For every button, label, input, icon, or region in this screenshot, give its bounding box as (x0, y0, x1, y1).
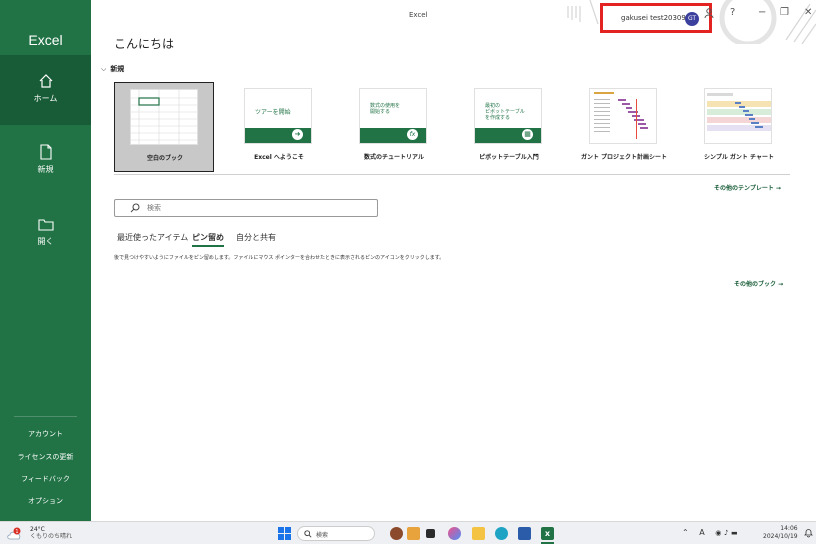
weather-condition: くもりのち晴れ (30, 533, 73, 540)
search-icon (130, 203, 140, 213)
thumbnail-text: ツアーを開始 (255, 109, 291, 116)
widget-app-icon[interactable] (407, 527, 420, 540)
weather-temperature: 24°C (30, 526, 45, 533)
weather-widget[interactable]: 24°C くもりのち晴れ (30, 526, 72, 540)
sidebar-item-new[interactable]: 新規 (0, 140, 91, 185)
store-app-icon[interactable] (518, 527, 531, 540)
template-simple-gantt[interactable]: シンプル ガント チャート (689, 82, 789, 172)
taskbar: 1 24°C くもりのち晴れ 検索 x ⌃ A ◉ ♪ ▬ 14:06 2024… (0, 521, 816, 544)
gantt-chart-thumbnail (704, 88, 772, 144)
pivot-thumbnail: 最初の ピボットテーブル を作成する ▦ (474, 88, 542, 144)
template-label: 数式のチュートリアル (364, 154, 424, 161)
edge-browser-icon[interactable] (495, 527, 508, 540)
system-tray: ⌃ A ◉ ♪ ▬ (682, 528, 738, 537)
blank-workbook-thumbnail (130, 89, 198, 145)
help-icon[interactable]: ? (730, 7, 735, 18)
clock-time: 14:06 (780, 525, 798, 532)
template-label: 空白のブック (146, 155, 183, 162)
formula-thumbnail: 数式の使用を 開始する fx (359, 88, 427, 144)
section-label: 新規 (110, 65, 125, 73)
chevron-up-icon[interactable]: ⌃ (682, 528, 689, 537)
pivot-table-icon: ▦ (522, 129, 533, 140)
app-name: Excel (28, 32, 63, 48)
sidebar-item-label: 新規 (37, 165, 54, 174)
sidebar-item-account[interactable]: アカウント (0, 429, 91, 439)
fx-icon: fx (407, 129, 418, 140)
template-label: Excel へようこそ (254, 154, 304, 161)
task-view-icon[interactable] (426, 529, 435, 538)
account-username: gakusei test20309 (621, 14, 686, 22)
account-highlight-box[interactable]: gakusei test20309 GT (600, 3, 712, 33)
tab-recent[interactable]: 最近使ったアイテム (117, 232, 188, 243)
template-gantt-project[interactable]: ガント プロジェクト計画シート (574, 82, 674, 172)
chevron-down-icon: ⌵ (101, 65, 107, 73)
sidebar-item-options[interactable]: オプション (0, 496, 91, 506)
avatar[interactable]: GT (685, 12, 699, 26)
arrow-right-icon: ➜ (292, 129, 303, 140)
thumbnail-text: 最初の ピボットテーブル を作成する (485, 103, 525, 121)
new-section-header[interactable]: ⌵ 新規 (101, 64, 124, 74)
wifi-icon[interactable]: ◉ (715, 529, 721, 537)
tab-shared[interactable]: 自分と共有 (236, 232, 276, 243)
new-file-icon (39, 144, 52, 160)
template-label: ピボットテーブル入門 (479, 154, 539, 161)
file-explorer-icon[interactable] (472, 527, 485, 540)
template-formula-tutorial[interactable]: 数式の使用を 開始する fx 数式のチュートリアル (344, 82, 444, 172)
sidebar-item-home[interactable]: ホーム (0, 55, 91, 125)
sidebar-item-feedback[interactable]: フィードバック (0, 474, 91, 484)
sidebar: Excel ホーム 新規 開く アカウント ライセンスの更新 フィードバック オ… (0, 0, 91, 521)
thumbnail-text: 数式の使用を 開始する (370, 103, 401, 115)
search-input[interactable] (147, 202, 367, 214)
taskbar-search[interactable]: 検索 (297, 526, 375, 541)
welcome-thumbnail: ツアーを開始 ➜ (244, 88, 312, 144)
excel-app-icon[interactable]: x (541, 527, 554, 540)
more-templates-link[interactable]: その他のテンプレート → (714, 183, 781, 192)
template-welcome[interactable]: ツアーを開始 ➜ Excel へようこそ (229, 82, 329, 172)
notification-bell-icon[interactable] (804, 528, 813, 538)
windows-start-icon[interactable] (278, 527, 291, 540)
tab-pinned[interactable]: ピン留め (192, 232, 224, 247)
sidebar-item-license[interactable]: ライセンスの更新 (0, 452, 91, 462)
gantt-thumbnail (589, 88, 657, 144)
notification-badge: 1 (15, 529, 18, 535)
volume-icon[interactable]: ♪ (724, 529, 728, 537)
taskbar-search-placeholder: 検索 (316, 532, 329, 539)
home-icon (39, 74, 52, 88)
more-books-link[interactable]: その他のブック → (734, 279, 783, 288)
ime-indicator[interactable]: A (699, 528, 704, 537)
template-pivot-table[interactable]: 最初の ピボットテーブル を作成する ▦ ピボットテーブル入門 (459, 82, 559, 172)
pinned-hint-text: 後で見つけやすいようにファイルをピン留めします。ファイルにマウス ポインターを合… (114, 255, 445, 261)
template-blank-workbook[interactable]: 空白のブック (114, 82, 214, 172)
search-box[interactable] (114, 199, 378, 217)
sidebar-divider (14, 416, 77, 417)
weather-icon[interactable]: 1 (6, 527, 28, 541)
copilot-icon[interactable] (448, 527, 461, 540)
person-icon[interactable] (704, 8, 714, 18)
section-divider (114, 174, 790, 175)
open-folder-icon (37, 219, 54, 231)
greeting: こんにちは (114, 37, 175, 51)
template-label: シンプル ガント チャート (704, 154, 774, 161)
clock-date: 2024/10/19 (763, 533, 798, 540)
window-title: Excel (409, 11, 428, 19)
sidebar-item-label: ホーム (33, 94, 58, 103)
game-app-icon[interactable] (390, 527, 403, 540)
minimize-icon[interactable]: − (758, 7, 766, 18)
template-label: ガント プロジェクト計画シート (580, 154, 668, 161)
search-icon (304, 530, 312, 538)
sidebar-item-label: 開く (37, 237, 54, 246)
clock[interactable]: 14:06 2024/10/19 (763, 525, 798, 541)
restore-icon[interactable]: ❐ (780, 7, 789, 18)
excel-window: Excel ホーム 新規 開く アカウント ライセンスの更新 フィードバック オ… (0, 0, 816, 544)
battery-icon[interactable]: ▬ (731, 529, 738, 537)
close-icon[interactable]: ✕ (804, 7, 812, 18)
sidebar-item-open[interactable]: 開く (0, 214, 91, 259)
